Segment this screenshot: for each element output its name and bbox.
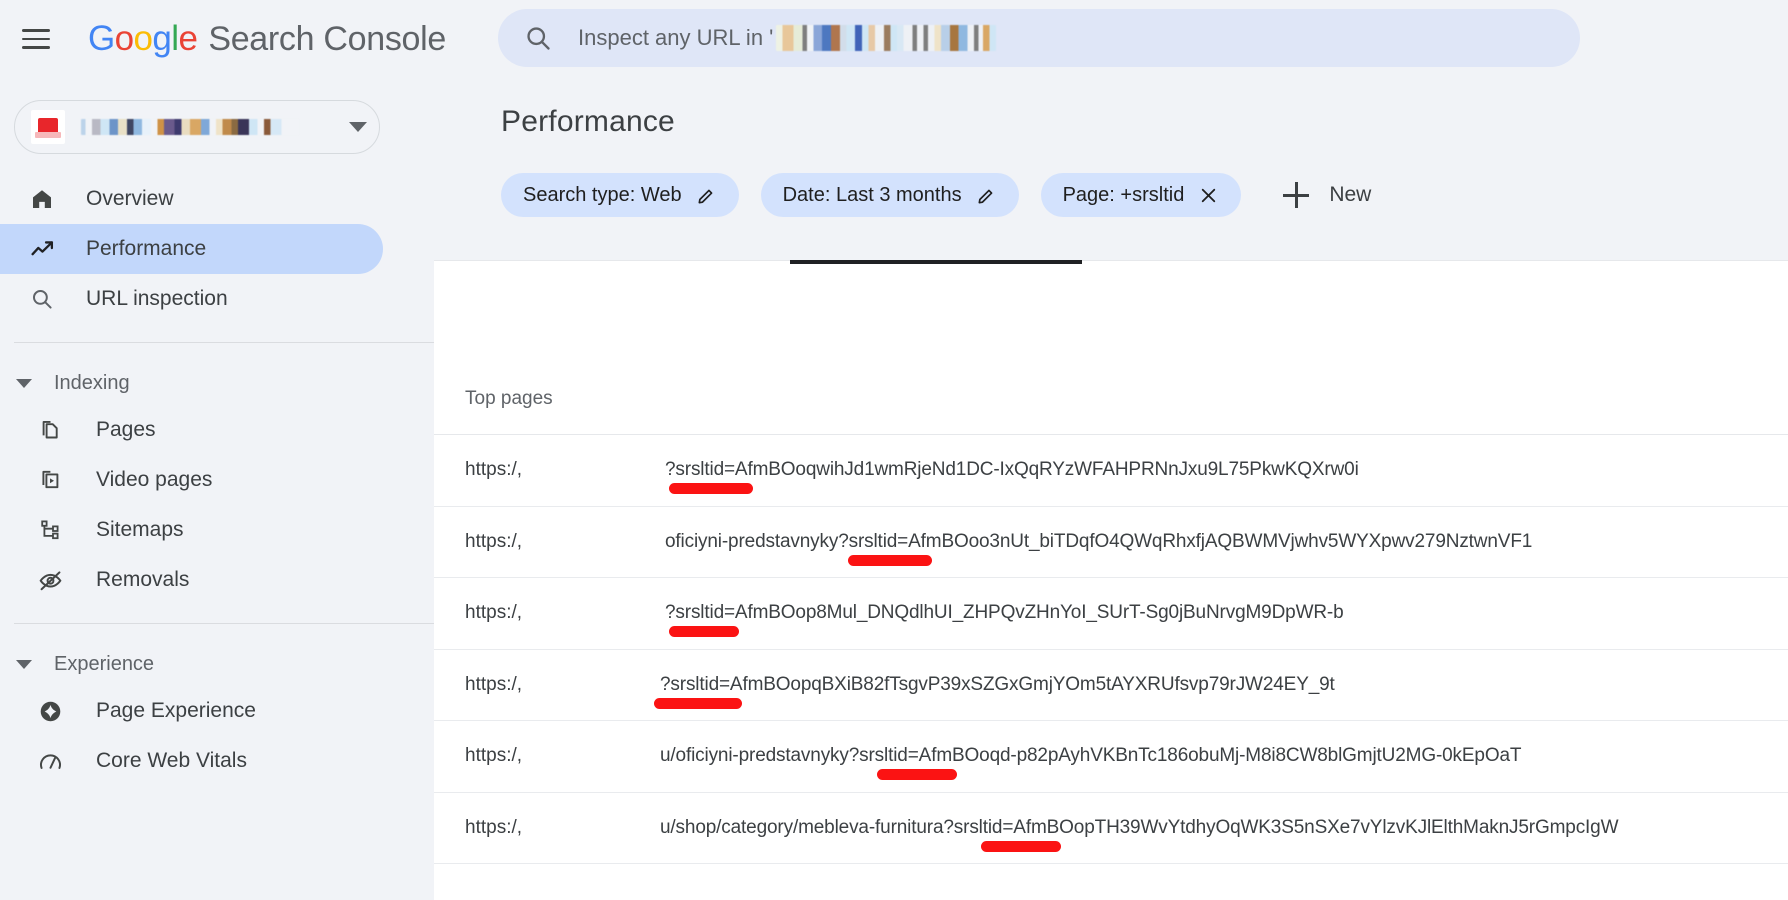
- trending-up-icon: [28, 235, 56, 263]
- red-highlight-annotation: [848, 554, 932, 566]
- sidebar-item-label: Sitemaps: [96, 518, 184, 541]
- eye-off-icon: [36, 566, 64, 594]
- sidebar-navigation: Overview Performance URL inspection Inde…: [0, 78, 495, 900]
- filter-chip-bar: Search type: Web Date: Last 3 months Pag…: [495, 139, 1788, 217]
- sidebar-item-video-pages[interactable]: Video pages: [0, 455, 383, 505]
- sitemap-tree-icon: [36, 516, 64, 544]
- search-placeholder-text: Inspect any URL in ': [578, 25, 774, 50]
- edit-pencil-icon[interactable]: [696, 185, 717, 206]
- row-scheme-prefix-visible: https:/,: [465, 673, 523, 695]
- filter-chip-label: Date: Last 3 months: [782, 183, 962, 206]
- property-favicon-icon: [31, 110, 65, 144]
- red-highlight-annotation: [654, 697, 742, 709]
- google-wordmark: Google: [88, 19, 198, 58]
- filter-chip-label: Search type: Web: [523, 183, 682, 206]
- row-scheme-prefix: https:/,: [465, 602, 523, 624]
- product-name: Search Console: [208, 20, 447, 58]
- home-icon: [28, 185, 56, 213]
- filter-chip-page[interactable]: Page: +srsltid: [1040, 173, 1242, 217]
- sidebar-item-label: Core Web Vitals: [96, 749, 247, 772]
- table-row[interactable]: https:/, ?srsltid=AfmBOoqwihJd1wmRjeNd1D…: [434, 435, 1788, 507]
- redacted-domain-block: [776, 25, 997, 51]
- table-header: Top pages: [434, 363, 1788, 435]
- google-search-console-logo: Google Search Console: [88, 19, 446, 59]
- page-title: Performance: [501, 105, 675, 138]
- edit-pencil-icon[interactable]: [976, 185, 997, 206]
- close-icon[interactable]: [1198, 185, 1219, 206]
- search-console-app: Google Search Console Inspect any URL in…: [0, 0, 1788, 900]
- redacted-property-name: [81, 119, 299, 135]
- row-url: ?srsltid=AfmBOoqwihJd1wmRjeNd1DC-IxQqRYz…: [665, 459, 1359, 481]
- row-scheme-prefix: https:/,: [465, 530, 523, 552]
- row-scheme-prefix: https:/,: [465, 816, 523, 838]
- property-selector[interactable]: [14, 100, 380, 154]
- table-row[interactable]: https:/, ?srsltid=AfmBOop8Mul_DNQdlhUI_Z…: [434, 578, 1788, 650]
- add-new-filter-button[interactable]: New: [1273, 173, 1381, 217]
- top-app-bar: Google Search Console Inspect any URL in…: [0, 0, 1788, 78]
- plus-icon: [1283, 182, 1310, 208]
- page-experience-icon: [36, 697, 64, 725]
- sidebar-item-sitemaps[interactable]: Sitemaps: [0, 505, 383, 555]
- row-scheme-prefix: https:/,: [465, 745, 523, 767]
- row-url: ?srsltid=AfmBOopqBXiB82fTsgvP39xSZGxGmjY…: [660, 673, 1335, 695]
- row-url: u/shop/category/mebleva-furnitura?srslti…: [660, 816, 1619, 838]
- table-row[interactable]: https:/, u/oficiyni-predstavnyky?srsltid…: [434, 721, 1788, 793]
- url-inspection-search-bar[interactable]: Inspect any URL in ': [498, 9, 1580, 67]
- row-scheme-prefix: https:/,: [465, 459, 523, 481]
- sidebar-item-label: Pages: [96, 418, 156, 441]
- sidebar-item-performance[interactable]: Performance: [0, 224, 383, 274]
- sidebar-item-label: Video pages: [96, 468, 213, 491]
- sidebar-item-overview[interactable]: Overview: [0, 174, 383, 224]
- performance-card: Top pages https:/, ?srsltid=AfmBOoqwihJd…: [434, 260, 1788, 900]
- caret-down-icon: [16, 659, 32, 669]
- chevron-down-icon: [349, 122, 367, 132]
- sidebar-item-url-inspection[interactable]: URL inspection: [0, 274, 383, 324]
- pages-copy-icon: [36, 416, 64, 444]
- sidebar-section-title: Experience: [54, 652, 155, 675]
- sidebar-item-label: Page Experience: [96, 699, 256, 722]
- sidebar-section-experience[interactable]: Experience: [0, 642, 495, 686]
- sidebar-divider: [14, 342, 455, 343]
- speedometer-icon: [36, 747, 64, 775]
- sidebar-item-pages[interactable]: Pages: [0, 405, 383, 455]
- column-header-top-pages: Top pages: [465, 387, 553, 409]
- hamburger-menu-icon[interactable]: [14, 17, 58, 61]
- sidebar-item-page-experience[interactable]: Page Experience: [0, 686, 383, 736]
- row-url: oficiyni-predstavnyky?srsltid=AfmBOoo3nU…: [665, 530, 1533, 552]
- video-pages-icon: [36, 466, 64, 494]
- sidebar-item-label: Overview: [86, 187, 174, 210]
- search-icon: [524, 24, 552, 52]
- sidebar-item-label: Performance: [86, 237, 207, 260]
- sidebar-item-removals[interactable]: Removals: [0, 555, 383, 605]
- sidebar-item-label: URL inspection: [86, 287, 228, 310]
- red-highlight-annotation: [981, 840, 1061, 852]
- red-highlight-annotation: [669, 483, 753, 494]
- top-pages-table: https:/, ?srsltid=AfmBOoqwihJd1wmRjeNd1D…: [434, 435, 1788, 864]
- filter-chip-search-type[interactable]: Search type: Web: [501, 173, 739, 217]
- chart-axis-baseline: [790, 260, 1082, 264]
- search-icon: [28, 285, 56, 313]
- filter-chip-label: Page: +srsltid: [1062, 183, 1185, 206]
- sidebar-divider: [14, 623, 455, 624]
- filter-chip-date[interactable]: Date: Last 3 months: [760, 173, 1019, 217]
- sidebar-section-indexing[interactable]: Indexing: [0, 361, 495, 405]
- table-row[interactable]: ?srsltid=AfmBOopqBXiB82fTsgvP39xSZGxGmjY…: [434, 650, 1788, 721]
- row-url: ?srsltid=AfmBOop8Mul_DNQdlhUI_ZHPQvZHnYo…: [665, 602, 1344, 624]
- primary-nav-list: Overview Performance URL inspection Inde…: [0, 174, 495, 786]
- add-new-filter-label: New: [1329, 183, 1372, 206]
- caret-down-icon: [16, 378, 32, 388]
- sidebar-item-core-web-vitals[interactable]: Core Web Vitals: [0, 736, 383, 786]
- sidebar-item-label: Removals: [96, 568, 190, 591]
- search-placeholder: Inspect any URL in ': [578, 25, 997, 51]
- red-highlight-annotation: [877, 769, 957, 780]
- main-content: Performance Search type: Web Date: Last …: [434, 78, 1788, 900]
- red-highlight-annotation: [669, 626, 739, 637]
- table-row[interactable]: https:/, oficiyni-predstavnyky?srsltid=A…: [434, 507, 1788, 578]
- sidebar-section-title: Indexing: [54, 371, 130, 394]
- table-row[interactable]: https:/, u/shop/category/mebleva-furnitu…: [434, 793, 1788, 864]
- row-url: u/oficiyni-predstavnyky?srsltid=AfmBOoqd…: [660, 745, 1522, 767]
